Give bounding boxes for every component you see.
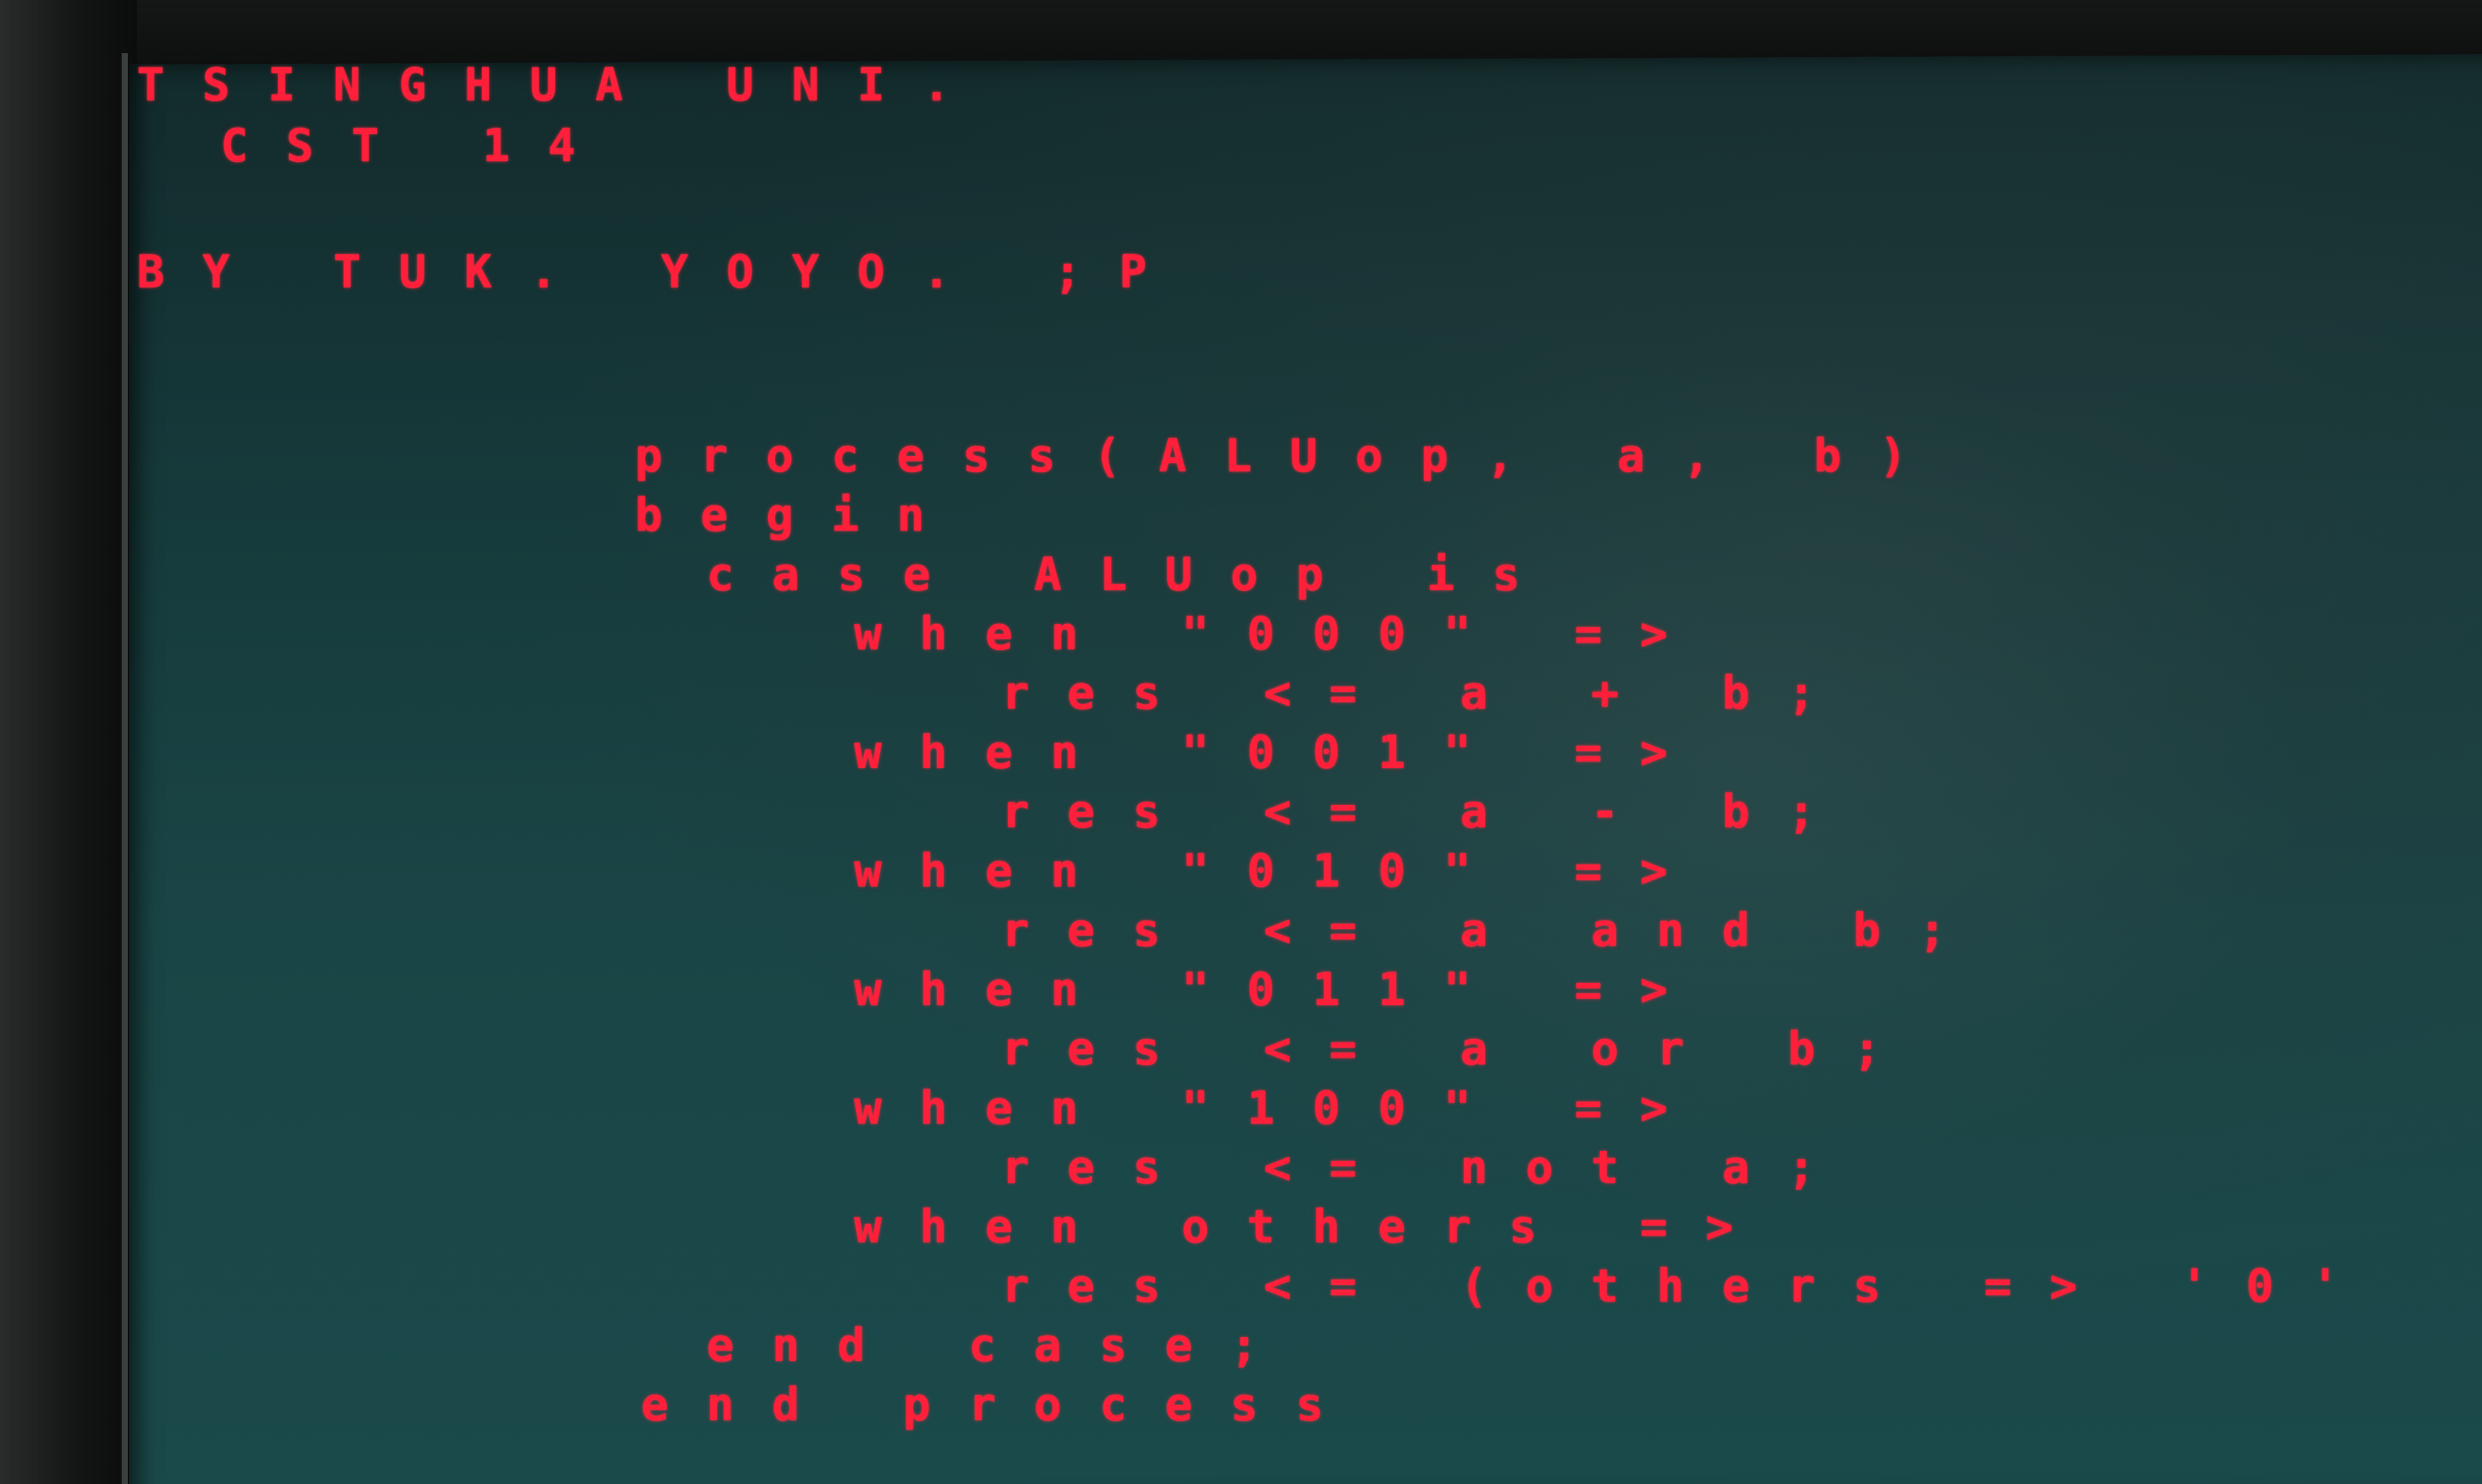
- code-line: res <= a - b;: [805, 785, 1853, 839]
- code-line: end case;: [641, 1319, 1297, 1372]
- code-line: begin: [635, 489, 963, 542]
- code-line: when "010" =>: [723, 845, 1706, 898]
- photo: TSINGHUA UNI. CST 14 BY TUK. YOYO. ;P pr…: [0, 0, 2482, 1484]
- code-line: res <= not a;: [805, 1141, 1853, 1194]
- code-line: process(ALUop, a, b): [635, 430, 1945, 483]
- header-line-1: TSINGHUA UNI.: [137, 59, 989, 112]
- code-line: res <= a or b;: [805, 1023, 1919, 1076]
- code-line: res <= (others => '0': [805, 1260, 2377, 1313]
- code-line: when "000" =>: [723, 607, 1706, 661]
- code-line: when "100" =>: [723, 1082, 1706, 1135]
- screen-edge: [122, 53, 128, 1484]
- code-line: when "011" =>: [723, 963, 1706, 1016]
- code-line: when others =>: [723, 1200, 1771, 1254]
- code-line: end process: [641, 1378, 1362, 1432]
- header-line-2: CST 14: [221, 119, 614, 173]
- code-line: when "001" =>: [723, 726, 1706, 779]
- header-line-3: BY TUK. YOYO. ;P: [137, 246, 1185, 299]
- code-line: res <= a and b;: [805, 904, 1985, 957]
- code-line: res <= a + b;: [805, 667, 1853, 720]
- monitor-bezel-left: [0, 0, 137, 1484]
- code-line: case ALUop is: [641, 548, 1558, 601]
